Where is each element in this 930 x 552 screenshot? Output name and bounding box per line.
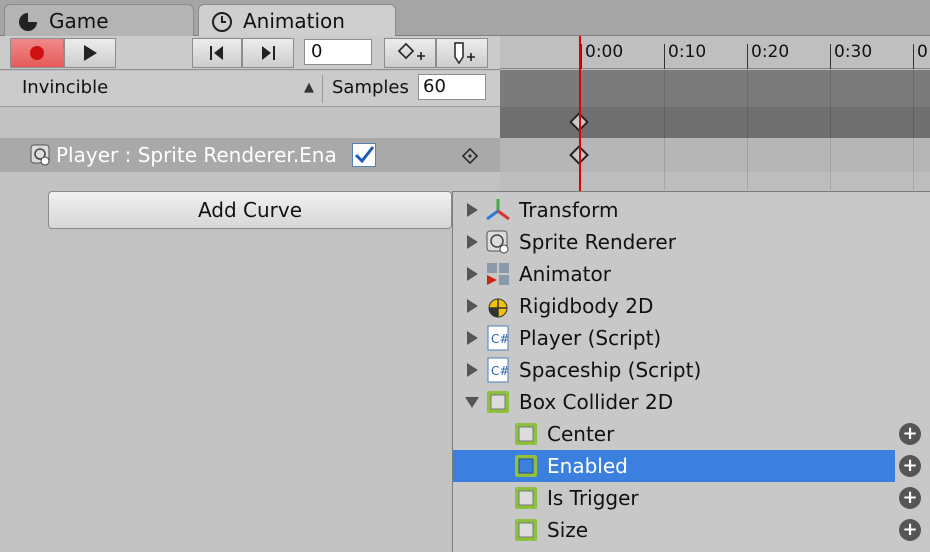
- submenu-item-label: Center: [547, 422, 615, 446]
- submenu-item-label: Is Trigger: [547, 486, 639, 510]
- property-label: Player : Sprite Renderer.Ena: [56, 143, 337, 167]
- box-collider-icon: [487, 391, 509, 413]
- expand-arrow-icon: [467, 203, 478, 217]
- next-keyframe-icon: [262, 46, 275, 60]
- ruler-tick-label: 0:30: [834, 42, 873, 62]
- csharp-script-icon: C#: [487, 357, 509, 383]
- record-button[interactable]: [10, 38, 64, 68]
- submenu-item-is-trigger[interactable]: Is Trigger: [453, 482, 895, 514]
- menu-item-transform[interactable]: Transform: [453, 194, 930, 226]
- play-button[interactable]: [64, 38, 116, 68]
- keyframe-diamond-icon[interactable]: [460, 146, 480, 166]
- expand-arrow-icon: [467, 299, 478, 313]
- box-collider-icon: [515, 487, 537, 509]
- property-panel: [0, 108, 500, 552]
- clock-icon: [212, 12, 232, 32]
- tab-animation-label: Animation: [243, 9, 345, 33]
- box-collider-icon: [515, 519, 537, 541]
- add-property-button[interactable]: +: [899, 423, 921, 445]
- submenu-item-enabled[interactable]: Enabled: [453, 450, 895, 482]
- submenu-item-label: Size: [547, 518, 589, 542]
- ruler-tick: [581, 44, 582, 69]
- ruler-tick: [913, 44, 914, 69]
- animation-toolbar: 0: [0, 36, 500, 70]
- add-curve-menu: Transform Sprite Renderer Animator Rigid…: [452, 191, 930, 552]
- add-keyframe-button[interactable]: [384, 38, 436, 68]
- timeline-band: [500, 70, 930, 107]
- samples-input[interactable]: 60: [418, 74, 486, 100]
- menu-item-label: Transform: [519, 198, 619, 222]
- expand-arrow-icon: [467, 235, 478, 249]
- ruler-tick: [664, 44, 665, 69]
- menu-item-label: Box Collider 2D: [519, 390, 674, 414]
- sprite-renderer-icon: [30, 144, 50, 166]
- grid-line: [830, 70, 831, 190]
- grid-line: [664, 70, 665, 190]
- menu-item-label: Animator: [519, 262, 611, 286]
- updown-arrows-icon: ▲: [304, 80, 314, 95]
- ruler-tick-label: 0:20: [751, 42, 790, 62]
- add-curve-button[interactable]: Add Curve: [48, 191, 452, 229]
- csharp-script-icon: C#: [487, 325, 509, 351]
- tab-game-label: Game: [49, 9, 109, 33]
- expand-arrow-icon: [467, 363, 478, 377]
- add-property-button[interactable]: +: [899, 487, 921, 509]
- next-keyframe-button[interactable]: [242, 38, 294, 68]
- transform-icon: [486, 199, 510, 221]
- tab-game[interactable]: Game: [4, 4, 194, 36]
- menu-item-box-collider-2d[interactable]: Box Collider 2D: [453, 386, 930, 418]
- menu-item-rigidbody-2d[interactable]: Rigidbody 2D: [453, 290, 930, 322]
- clip-row: Invincible ▲ Samples 60: [0, 71, 500, 107]
- ruler-tick-label: 0: [917, 42, 928, 62]
- menu-item-sprite-renderer[interactable]: Sprite Renderer: [453, 226, 930, 258]
- curve-band: [500, 138, 930, 172]
- box-collider-icon: [515, 423, 537, 445]
- previous-keyframe-icon: [210, 46, 223, 60]
- clip-dropdown[interactable]: Invincible ▲: [12, 74, 320, 102]
- submenu-item-size[interactable]: Size: [453, 514, 895, 546]
- rigidbody-icon: [488, 298, 508, 318]
- clip-dropdown-value: Invincible: [22, 77, 109, 98]
- expand-arrow-icon: [467, 267, 478, 281]
- previous-keyframe-button[interactable]: [192, 38, 242, 68]
- animator-icon: [487, 263, 509, 285]
- property-enabled-checkbox[interactable]: [352, 143, 376, 167]
- submenu-item-label: Enabled: [547, 454, 628, 478]
- grid-line: [747, 70, 748, 190]
- play-icon: [84, 45, 97, 61]
- box-collider-icon: [515, 455, 537, 477]
- add-property-button[interactable]: +: [899, 519, 921, 541]
- menu-item-label: Player (Script): [519, 326, 662, 350]
- grid-line: [913, 70, 914, 190]
- menu-item-label: Spaceship (Script): [519, 358, 702, 382]
- menu-item-spaceship-script[interactable]: C# Spaceship (Script): [453, 354, 930, 386]
- divider: [322, 75, 323, 103]
- expand-arrow-icon: [467, 331, 478, 345]
- record-icon: [30, 46, 44, 60]
- menu-item-animator[interactable]: Animator: [453, 258, 930, 290]
- frame-input[interactable]: 0: [304, 39, 372, 65]
- ruler-tick: [830, 44, 831, 69]
- menu-item-label: Rigidbody 2D: [519, 294, 654, 318]
- svg-text:C#: C#: [491, 364, 509, 378]
- ruler-tick-label: 0:10: [668, 42, 707, 62]
- tab-animation[interactable]: Animation: [198, 4, 396, 36]
- ruler-tick: [747, 44, 748, 69]
- add-event-icon: [454, 42, 475, 65]
- submenu-item-center[interactable]: Center: [453, 418, 895, 450]
- ruler-tick-label: 0:00: [585, 42, 624, 62]
- playhead[interactable]: [579, 36, 581, 192]
- add-keyframe-icon: [397, 42, 425, 60]
- checkmark-icon: [354, 146, 375, 164]
- add-property-button[interactable]: +: [899, 455, 921, 477]
- menu-item-player-script[interactable]: C# Player (Script): [453, 322, 930, 354]
- keyframe-band: [500, 107, 930, 138]
- collapse-arrow-icon: [465, 397, 479, 408]
- menu-item-label: Sprite Renderer: [519, 230, 676, 254]
- add-event-button[interactable]: [436, 38, 488, 68]
- pacman-icon: [19, 13, 37, 31]
- svg-text:C#: C#: [491, 332, 509, 346]
- sprite-renderer-icon: [486, 230, 509, 254]
- samples-label: Samples: [332, 77, 409, 98]
